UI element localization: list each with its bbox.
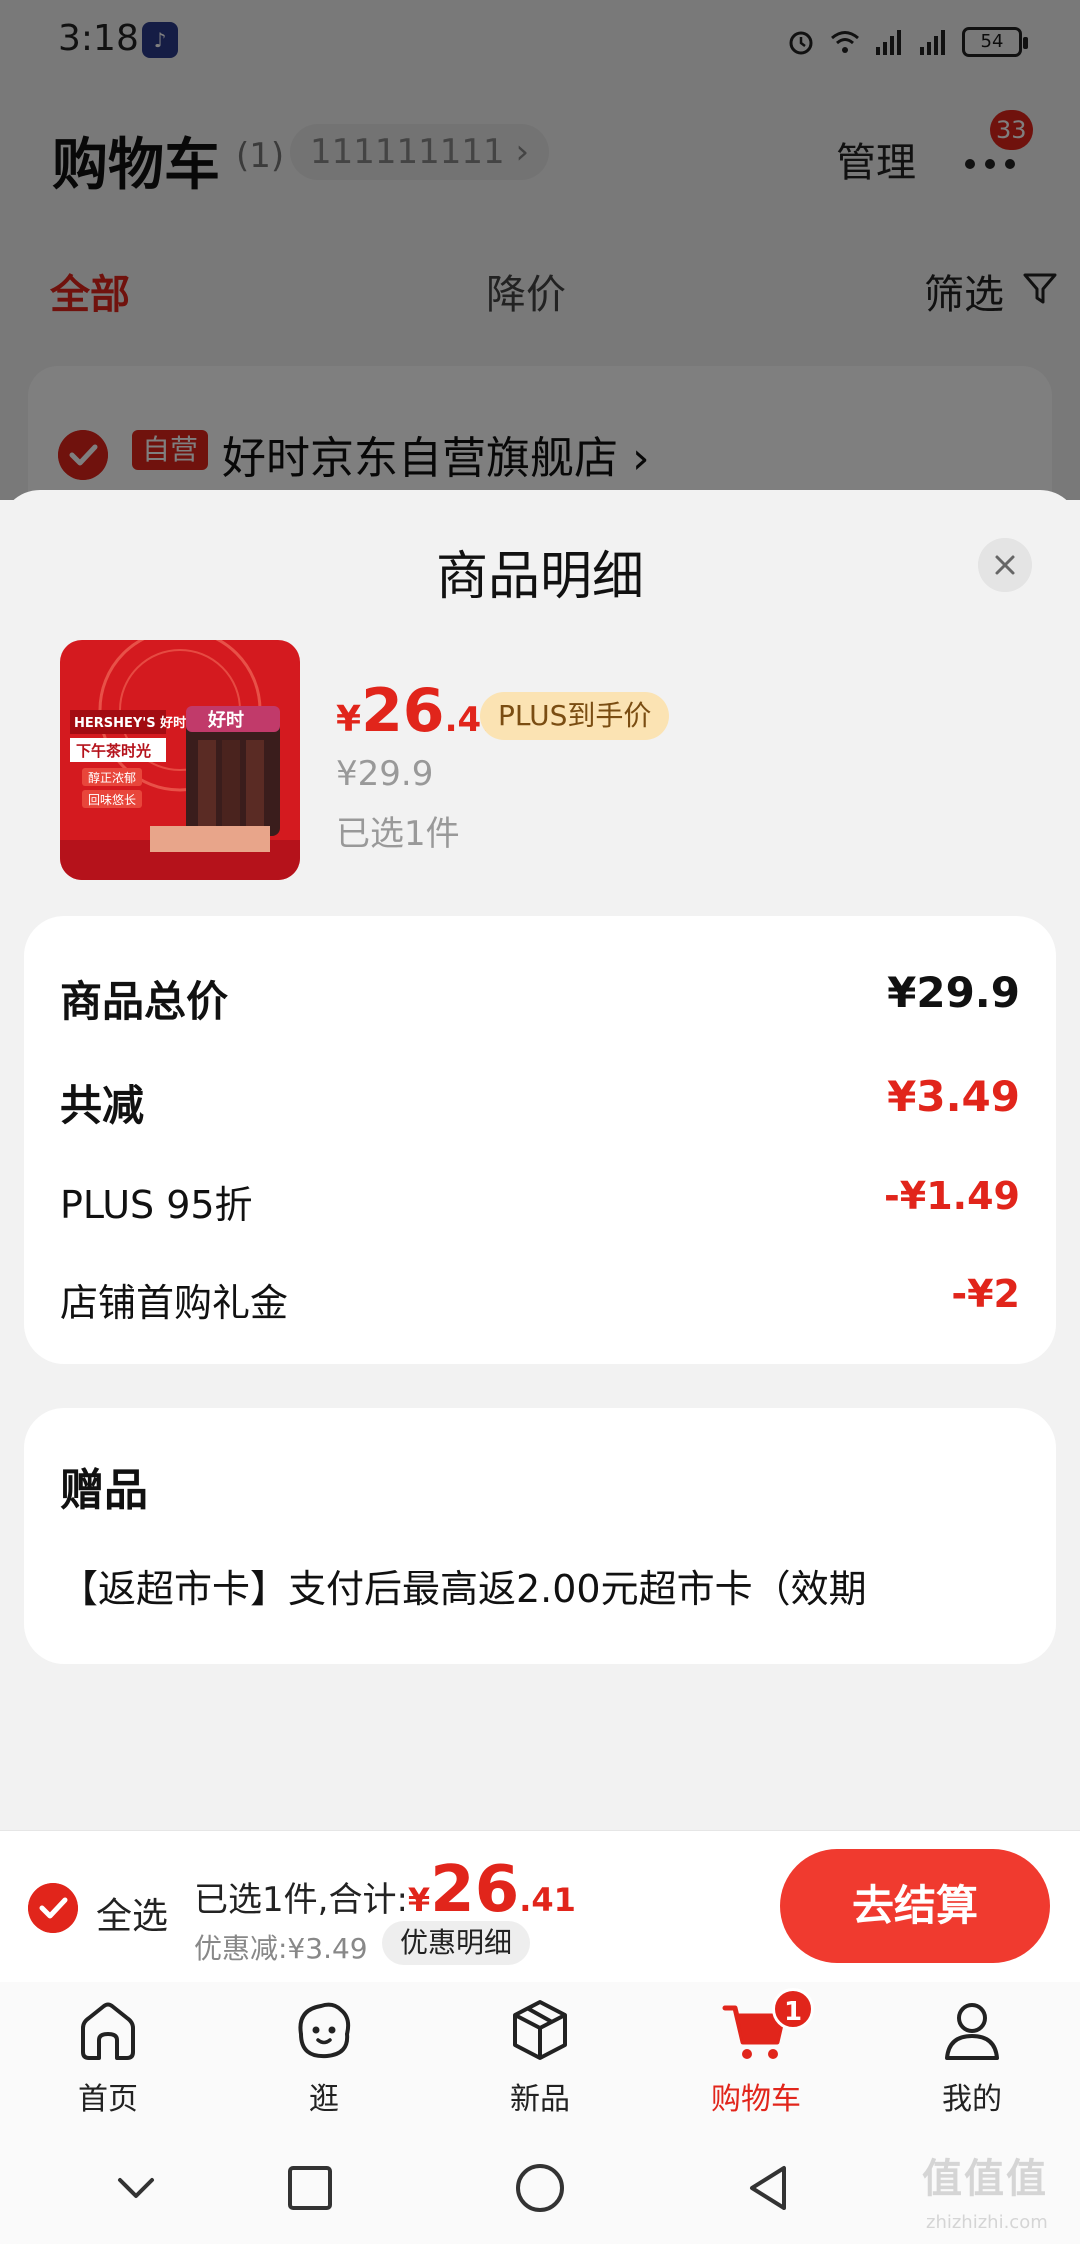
watermark: 值值值 [922, 2156, 1048, 2202]
bottom-tab-bar: 首页 逛 新品 1 购物车 我的 [0, 1982, 1080, 2130]
close-button[interactable] [978, 538, 1032, 592]
checkout-total-decimal: .41 [519, 1881, 576, 1919]
chevron-down-icon[interactable] [108, 2160, 164, 2216]
tab-me[interactable]: 我的 [864, 1994, 1080, 2124]
svg-text:好时: 好时 [207, 709, 244, 731]
price-summary-card: 商品总价 ¥29.9 共减 ¥3.49 PLUS 95折 -¥1.49 店铺首购… [24, 916, 1056, 1364]
store-coupon-row: 店铺首购礼金 -¥2 [60, 1272, 1020, 1332]
total-reduction-row: 共减 ¥3.49 [60, 1072, 1020, 1132]
total-reduction-label: 共减 [60, 1081, 145, 1130]
sheet-title: 商品明细 [435, 547, 644, 607]
tab-browse-label: 逛 [309, 2082, 339, 2117]
tab-cart-label: 购物车 [711, 2082, 801, 2117]
plus-discount-row: PLUS 95折 -¥1.49 [60, 1174, 1020, 1234]
watermark-url: zhizhizhi.com [926, 2212, 1048, 2233]
checkout-discount: 优惠减:¥3.49 [194, 1932, 368, 1965]
gift-card: 赠品 【返超市卡】支付后最高返2.00元超市卡（效期 [24, 1408, 1056, 1664]
total-price-value: ¥29.9 [887, 968, 1020, 1017]
plus-discount-label: PLUS 95折 [60, 1183, 253, 1227]
box-icon [513, 2000, 567, 2060]
home-button-icon[interactable] [512, 2160, 568, 2216]
tab-browse[interactable]: 逛 [216, 1994, 432, 2124]
svg-text:下午茶时光: 下午茶时光 [76, 742, 151, 760]
svg-text:醇正浓郁: 醇正浓郁 [88, 770, 136, 785]
back-icon[interactable] [742, 2160, 798, 2216]
total-price-label: 商品总价 [60, 977, 229, 1026]
gift-title: 赠品 [60, 1465, 148, 1516]
checkout-currency: ¥ [407, 1881, 431, 1919]
tab-new[interactable]: 新品 [432, 1994, 648, 2124]
plus-price-tag: PLUS到手价 [480, 692, 670, 740]
gift-description: 【返超市卡】支付后最高返2.00元超市卡（效期 [60, 1567, 867, 1611]
svg-text:HERSHEY'S 好时: HERSHEY'S 好时 [74, 715, 186, 731]
tab-home[interactable]: 首页 [0, 1994, 216, 2124]
checkout-summary-text: 已选1件,合计: [194, 1880, 408, 1920]
modal-overlay[interactable] [0, 0, 1080, 500]
discount-detail-button[interactable]: 优惠明细 [382, 1921, 531, 1965]
product-image[interactable]: HERSHEY'S 好时 下午茶时光 醇正浓郁 回味悠长 好时 [60, 640, 300, 880]
select-all-label[interactable]: 全选 [96, 1887, 168, 1939]
tab-new-label: 新品 [510, 2082, 570, 2117]
system-navigation-bar [0, 2130, 1080, 2244]
home-icon [81, 2002, 135, 2060]
product-detail-sheet: 商品明细 HERSHEY'S 好时 下午茶时光 醇正浓郁 回味悠长 好时 ¥ 2… [0, 490, 1080, 1830]
select-all-checkbox[interactable] [28, 1883, 78, 1933]
person-icon [945, 2003, 999, 2060]
recent-apps-icon[interactable] [282, 2160, 338, 2216]
checkout-bar: 全选 已选1件,合计: ¥ 26 .41 优惠减:¥3.49 优惠明细 去结算 [0, 1830, 1080, 1982]
checkout-total-integer: 26 [430, 1853, 520, 1927]
checkout-button[interactable]: 去结算 [780, 1849, 1050, 1963]
store-coupon-value: -¥2 [951, 1272, 1020, 1316]
store-coupon-label: 店铺首购礼金 [60, 1281, 289, 1325]
tab-cart[interactable]: 1 购物车 [648, 1988, 864, 2124]
original-price: ¥29.9 [336, 754, 434, 794]
total-reduction-value: ¥3.49 [887, 1072, 1020, 1121]
selected-count: 已选1件 [336, 814, 460, 854]
price-integer: 26 [361, 676, 445, 746]
total-price-row: 商品总价 ¥29.9 [60, 968, 1020, 1028]
price-currency: ¥ [336, 699, 362, 740]
tab-me-label: 我的 [942, 2082, 1002, 2117]
svg-text:回味悠长: 回味悠长 [88, 792, 136, 807]
product-photo-icon: HERSHEY'S 好时 下午茶时光 醇正浓郁 回味悠长 好时 [60, 640, 300, 880]
browse-face-icon [298, 2002, 351, 2059]
checkout-total: 已选1件,合计: ¥ 26 .41 [194, 1853, 576, 1927]
tab-home-label: 首页 [78, 2082, 138, 2117]
plus-discount-value: -¥1.49 [884, 1174, 1020, 1218]
cart-badge: 1 [772, 1988, 814, 2030]
